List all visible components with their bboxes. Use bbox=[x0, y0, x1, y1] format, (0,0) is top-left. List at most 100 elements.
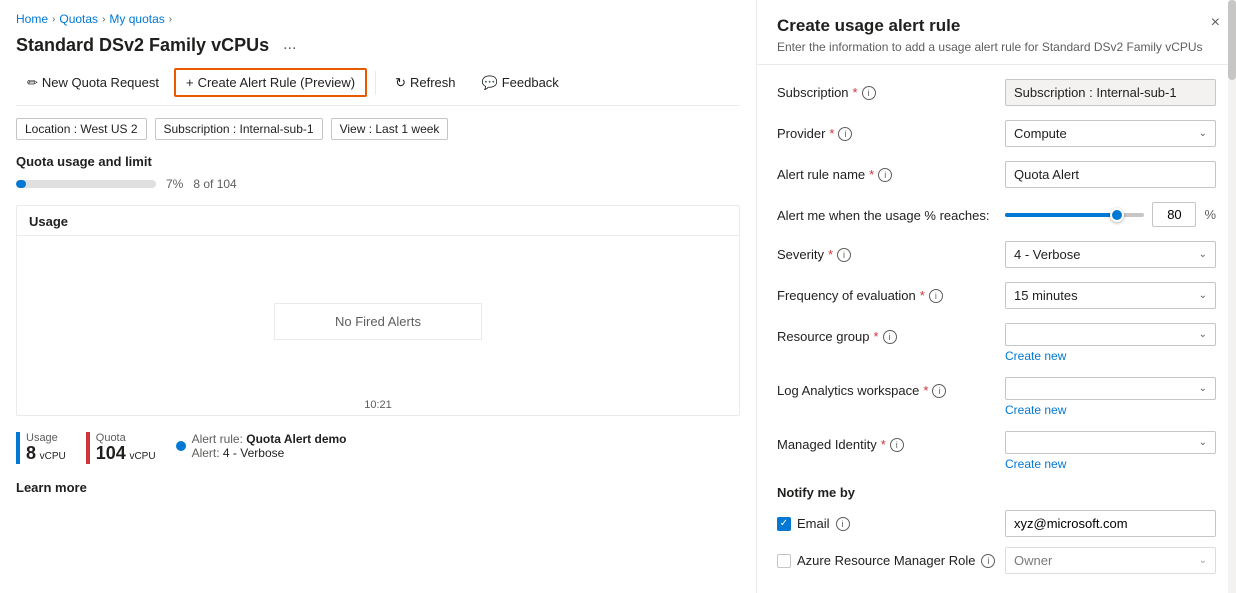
slider-thumb[interactable] bbox=[1110, 208, 1124, 222]
slider-value-input[interactable] bbox=[1152, 202, 1196, 227]
chart-time-label: 10:21 bbox=[364, 399, 392, 411]
right-panel: Create usage alert rule Enter the inform… bbox=[756, 0, 1236, 593]
quota-percentage: 7% bbox=[166, 177, 183, 191]
alert-rule-name-info-icon[interactable]: i bbox=[878, 168, 892, 182]
severity-label: Severity * i bbox=[777, 241, 997, 262]
ellipsis-button[interactable]: ... bbox=[277, 34, 302, 56]
breadcrumb-my-quotas[interactable]: My quotas bbox=[109, 12, 164, 26]
arm-role-label-text: Azure Resource Manager Role bbox=[797, 553, 975, 568]
provider-value: Compute bbox=[1014, 126, 1067, 141]
new-quota-label: New Quota Request bbox=[42, 75, 159, 90]
alert-rule-name: Quota Alert demo bbox=[246, 432, 346, 446]
frequency-chevron-icon: ⌄ bbox=[1199, 290, 1207, 301]
create-alert-rule-button[interactable]: + Create Alert Rule (Preview) bbox=[174, 68, 367, 97]
toolbar-divider bbox=[375, 71, 376, 95]
email-info-icon[interactable]: i bbox=[836, 517, 850, 531]
arm-role-checkbox[interactable] bbox=[777, 554, 791, 568]
managed-identity-info-icon[interactable]: i bbox=[890, 438, 904, 452]
feedback-icon: 💬 bbox=[482, 75, 498, 91]
severity-info-icon[interactable]: i bbox=[837, 248, 851, 262]
alert-rule-name-label: Alert rule name * i bbox=[777, 161, 997, 182]
email-input[interactable] bbox=[1005, 510, 1216, 537]
scrollbar-thumb[interactable] bbox=[1228, 0, 1236, 80]
email-checkbox[interactable] bbox=[777, 517, 791, 531]
alert-rule-row: Alert rule: Quota Alert demo bbox=[192, 432, 347, 446]
breadcrumb-chevron-1: › bbox=[52, 14, 55, 25]
severity-select[interactable]: 4 - Verbose ⌄ bbox=[1005, 241, 1216, 268]
alert-pct-row: Alert me when the usage % reaches: % bbox=[777, 202, 1216, 227]
managed-identity-label: Managed Identity * i bbox=[777, 431, 997, 452]
frequency-row: Frequency of evaluation * i 15 minutes ⌄ bbox=[777, 282, 1216, 309]
alert-pct-label: Alert me when the usage % reaches: bbox=[777, 202, 997, 223]
email-notify-row: Email i bbox=[777, 510, 1216, 537]
alert-rule-name-required: * bbox=[869, 167, 874, 182]
filter-bar: Location : West US 2 Subscription : Inte… bbox=[16, 118, 740, 140]
left-panel: Home › Quotas › My quotas › Standard DSv… bbox=[0, 0, 756, 593]
resource-group-info-icon[interactable]: i bbox=[883, 330, 897, 344]
log-analytics-select[interactable]: ⌄ bbox=[1005, 377, 1216, 400]
alert-rule-name-input[interactable] bbox=[1005, 161, 1216, 188]
usage-chart-section: Usage No Fired Alerts 10:21 bbox=[16, 205, 740, 416]
provider-control: Compute ⌄ bbox=[1005, 120, 1216, 147]
provider-info-icon[interactable]: i bbox=[838, 127, 852, 141]
severity-control: 4 - Verbose ⌄ bbox=[1005, 241, 1216, 268]
refresh-button[interactable]: ↻ Refresh bbox=[384, 69, 466, 97]
subscription-label: Subscription * i bbox=[777, 79, 997, 100]
log-analytics-row: Log Analytics workspace * i ⌄ Create new bbox=[777, 377, 1216, 417]
usage-legend-bar bbox=[16, 432, 20, 464]
quota-unit: vCPU bbox=[129, 451, 155, 462]
quota-bar-row: 7% 8 of 104 bbox=[16, 177, 740, 191]
alert-rule-prefix: Alert rule: bbox=[192, 432, 243, 446]
chart-inner: No Fired Alerts bbox=[17, 236, 739, 406]
severity-row: Severity * i 4 - Verbose ⌄ bbox=[777, 241, 1216, 268]
breadcrumb-home[interactable]: Home bbox=[16, 12, 48, 26]
subscription-value: Subscription : Internal-sub-1 bbox=[1005, 79, 1216, 106]
slider-row: % bbox=[1005, 202, 1216, 227]
feedback-label: Feedback bbox=[502, 75, 559, 90]
frequency-info-icon[interactable]: i bbox=[929, 289, 943, 303]
frequency-select[interactable]: 15 minutes ⌄ bbox=[1005, 282, 1216, 309]
resource-group-select[interactable]: ⌄ bbox=[1005, 323, 1216, 346]
new-quota-request-button[interactable]: ✏ New Quota Request bbox=[16, 69, 170, 97]
panel-close-button[interactable]: × bbox=[1211, 14, 1220, 32]
log-analytics-control: ⌄ Create new bbox=[1005, 377, 1216, 417]
filter-subscription[interactable]: Subscription : Internal-sub-1 bbox=[155, 118, 323, 140]
arm-role-checkbox-label: Azure Resource Manager Role i bbox=[777, 553, 997, 568]
log-analytics-info-icon[interactable]: i bbox=[932, 384, 946, 398]
feedback-button[interactable]: 💬 Feedback bbox=[471, 69, 570, 97]
quota-legend-value-row: 104 vCPU bbox=[96, 444, 156, 462]
panel-header: Create usage alert rule Enter the inform… bbox=[757, 0, 1236, 65]
alert-rule-name-control bbox=[1005, 161, 1216, 188]
create-alert-label: Create Alert Rule (Preview) bbox=[198, 75, 356, 90]
managed-identity-control: ⌄ Create new bbox=[1005, 431, 1216, 471]
severity-required: * bbox=[828, 247, 833, 262]
learn-more[interactable]: Learn more bbox=[16, 480, 740, 495]
subscription-info-icon[interactable]: i bbox=[862, 86, 876, 100]
severity-value: 4 - Verbose bbox=[1014, 247, 1081, 262]
log-analytics-chevron-icon: ⌄ bbox=[1199, 383, 1207, 394]
breadcrumb-quotas[interactable]: Quotas bbox=[59, 12, 98, 26]
resource-group-required: * bbox=[874, 329, 879, 344]
alert-severity: 4 - Verbose bbox=[223, 446, 284, 460]
log-analytics-label: Log Analytics workspace * i bbox=[777, 377, 997, 398]
managed-identity-create-new[interactable]: Create new bbox=[1005, 457, 1216, 471]
filter-view[interactable]: View : Last 1 week bbox=[331, 118, 449, 140]
resource-group-create-new[interactable]: Create new bbox=[1005, 349, 1216, 363]
scrollbar-track bbox=[1228, 0, 1236, 593]
arm-role-select[interactable]: Owner ⌄ bbox=[1005, 547, 1216, 574]
log-analytics-create-new[interactable]: Create new bbox=[1005, 403, 1216, 417]
usage-title: Usage bbox=[17, 214, 739, 235]
toolbar: ✏ New Quota Request + Create Alert Rule … bbox=[16, 68, 740, 106]
arm-role-info-icon[interactable]: i bbox=[981, 554, 995, 568]
managed-identity-select[interactable]: ⌄ bbox=[1005, 431, 1216, 454]
slider-track[interactable] bbox=[1005, 213, 1144, 217]
notify-title: Notify me by bbox=[777, 485, 1216, 500]
email-label-text: Email bbox=[797, 516, 830, 531]
quota-legend-bar bbox=[86, 432, 90, 464]
provider-select[interactable]: Compute ⌄ bbox=[1005, 120, 1216, 147]
quota-value: 104 bbox=[96, 443, 126, 463]
refresh-label: Refresh bbox=[410, 75, 456, 90]
filter-location[interactable]: Location : West US 2 bbox=[16, 118, 147, 140]
frequency-label: Frequency of evaluation * i bbox=[777, 282, 997, 303]
resource-group-control: ⌄ Create new bbox=[1005, 323, 1216, 363]
